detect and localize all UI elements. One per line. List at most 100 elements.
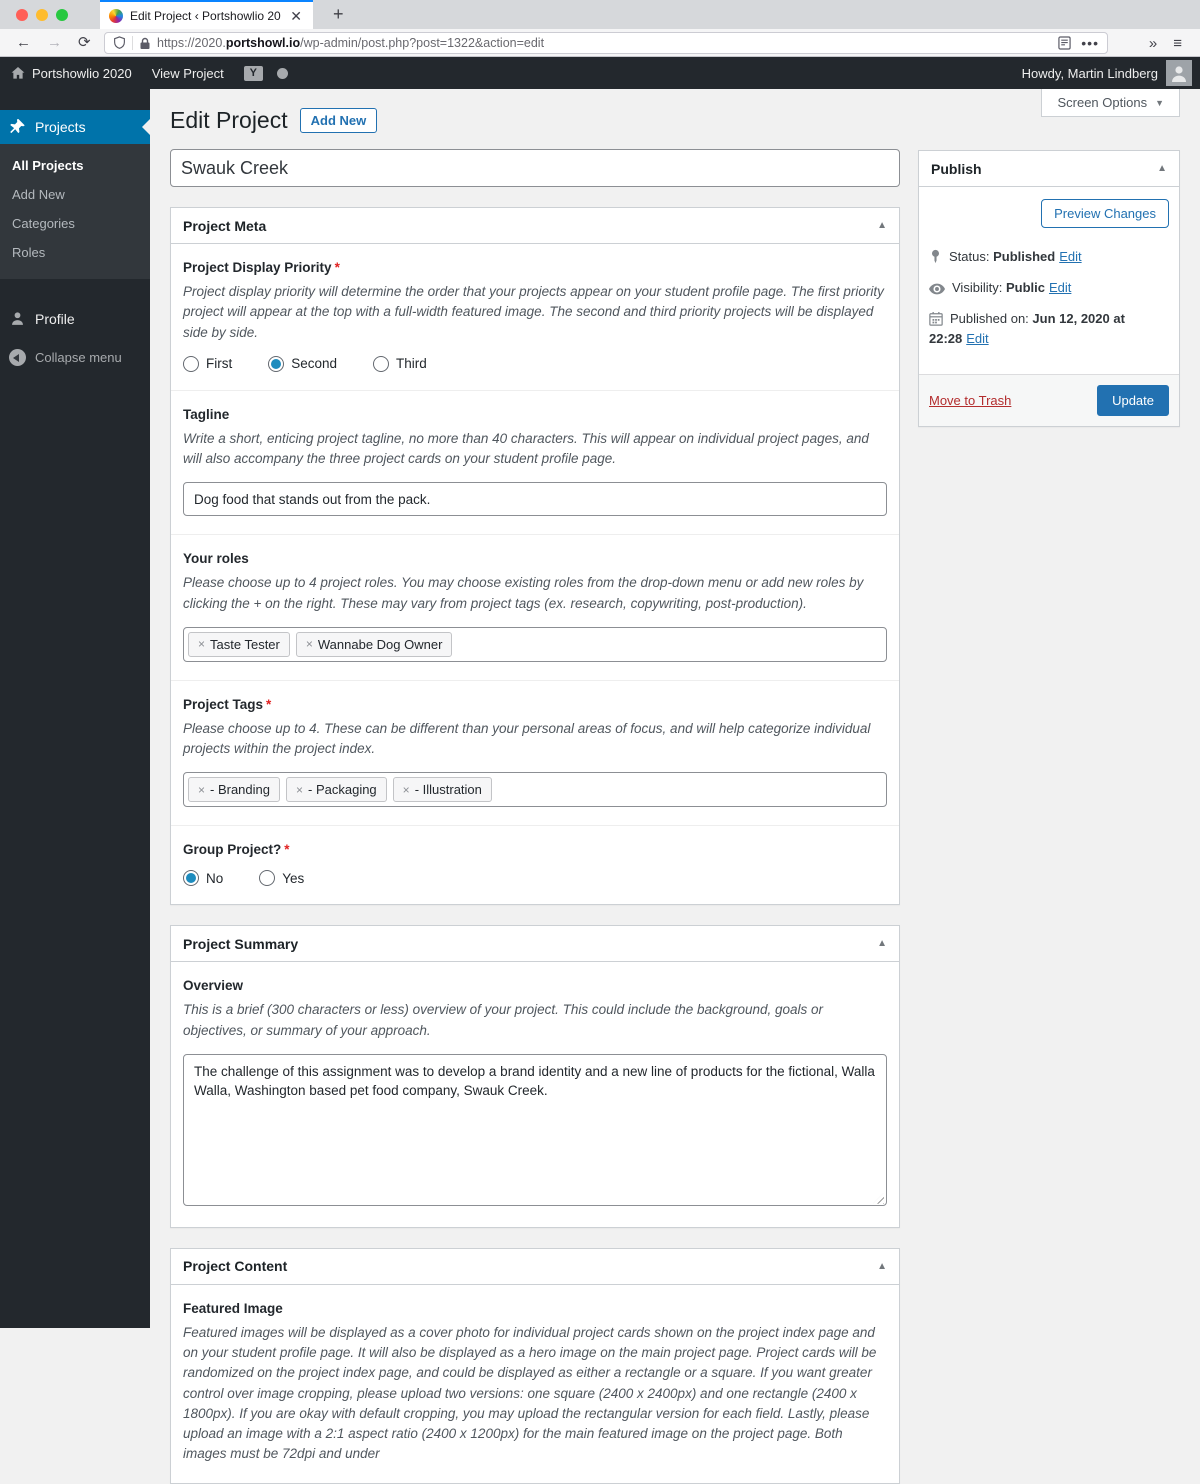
url-prefix: https://2020. [157, 36, 226, 50]
visibility-label: Visibility: [952, 280, 1003, 296]
url-bar[interactable]: https://2020.portshowl.io/wp-admin/post.… [104, 32, 1108, 54]
tagline-input[interactable] [183, 482, 887, 517]
remove-tag-icon[interactable]: × [296, 783, 303, 797]
yoast-seo-icon: Y [243, 65, 263, 81]
sidebar-item-add-new[interactable]: Add New [0, 180, 150, 209]
project-tag: × - Illustration [392, 777, 492, 803]
move-to-trash-link[interactable]: Move to Trash [929, 393, 1011, 408]
field-label: Group Project? * [183, 842, 290, 858]
field-tagline: Tagline Write a short, enticing project … [171, 389, 899, 535]
radio-circle[interactable] [259, 870, 276, 887]
tags-select-input[interactable]: × - Branding × - Packaging × - Illustrat… [183, 772, 887, 808]
reload-icon[interactable]: ⟳ [78, 35, 91, 50]
forward-icon[interactable]: → [47, 35, 62, 50]
project-title-input[interactable] [170, 149, 900, 187]
radio-no[interactable]: No [183, 870, 224, 887]
visibility-value: Public [1005, 280, 1045, 296]
adminbar-site-menu[interactable]: Portshowlio 2020 [0, 57, 142, 89]
tab-title: Edit Project ‹ Portshowlio 2020 [130, 8, 282, 23]
required-asterisk: * [266, 696, 272, 712]
remove-tag-icon[interactable]: × [403, 783, 410, 797]
window-close-button[interactable] [16, 9, 28, 21]
sidebar-item-categories[interactable]: Categories [0, 209, 150, 238]
required-asterisk: * [334, 260, 340, 275]
browser-tab[interactable]: Edit Project ‹ Portshowlio 2020 ✕ [100, 0, 313, 29]
sidebar-item-roles[interactable]: Roles [0, 238, 150, 267]
browser-menu-icon[interactable]: ≡ [1173, 35, 1182, 52]
project-tag-label: - Branding [210, 782, 270, 798]
lock-icon[interactable] [139, 37, 151, 50]
url-path: /wp-admin/post.php?post=1322&action=edit [300, 36, 545, 50]
admin-sidebar: Projects All Projects Add New Categories… [0, 89, 150, 1328]
window-minimize-button[interactable] [36, 9, 48, 21]
edit-visibility-link[interactable]: Edit [1049, 280, 1071, 295]
sidebar-profile-label: Profile [35, 310, 75, 327]
sidebar-item-profile[interactable]: Profile [0, 301, 150, 336]
sidebar-projects-label: Projects [35, 119, 86, 135]
collapse-toggle-icon[interactable]: ▲ [877, 938, 887, 949]
field-description: Please choose up to 4. These can be diff… [183, 720, 871, 756]
preview-changes-button[interactable]: Preview Changes [1041, 199, 1169, 228]
collapse-toggle-icon[interactable]: ▲ [877, 220, 887, 231]
field-label: Featured Image [183, 1300, 283, 1316]
radio-first[interactable]: First [183, 355, 232, 372]
field-label: Project Display Priority * [183, 260, 340, 275]
browser-toolbar: ← → ⟳ https://2020.portshowl.io/wp-admin… [0, 29, 1200, 57]
reader-view-icon[interactable] [1058, 36, 1071, 50]
field-overview: Overview This is a brief (300 characters… [171, 962, 899, 1227]
adminbar-howdy[interactable]: Howdy, Martin Lindberg [1022, 66, 1158, 81]
radio-yes[interactable]: Yes [259, 870, 304, 887]
visibility-row: Visibility: Public Edit [929, 278, 1169, 298]
overview-textarea[interactable]: The challenge of this assignment was to … [183, 1053, 887, 1206]
sidebar-item-projects[interactable]: Projects [0, 110, 150, 144]
project-content-box: Project Content ▲ Featured Image Feature… [170, 1247, 900, 1484]
page-actions-icon[interactable]: ••• [1081, 35, 1099, 51]
radio-circle-checked[interactable] [183, 870, 199, 887]
field-description: This is a brief (300 characters or less)… [183, 1002, 824, 1038]
radio-circle-checked[interactable] [268, 355, 285, 372]
project-tag: × - Branding [188, 777, 280, 803]
project-summary-box: Project Summary ▲ Overview This is a bri… [170, 925, 900, 1228]
project-summary-title: Project Summary [183, 935, 299, 952]
remove-tag-icon[interactable]: × [198, 783, 205, 797]
new-tab-button[interactable]: + [327, 3, 350, 25]
browser-tab-bar: Edit Project ‹ Portshowlio 2020 ✕ + [0, 0, 1200, 29]
adminbar-view-project[interactable]: View Project [142, 57, 234, 89]
screen-options-tab[interactable]: Screen Options ▼ [1041, 89, 1180, 117]
collapse-toggle-icon[interactable]: ▲ [877, 1261, 887, 1272]
radio-label: No [206, 870, 224, 886]
publish-title: Publish [931, 160, 982, 177]
adminbar-yoast-menu[interactable]: Y [234, 57, 298, 89]
adminbar-site-name: Portshowlio 2020 [32, 65, 132, 81]
remove-tag-icon[interactable]: × [198, 637, 205, 651]
projects-submenu: All Projects Add New Categories Roles [0, 144, 150, 279]
toolbar-overflow-icon[interactable]: » [1149, 35, 1157, 52]
published-on-row: Published on: Jun 12, 2020 at 22:28 Edit [929, 309, 1169, 349]
field-description: Please choose up to 4 project roles. You… [183, 575, 864, 611]
sidebar-item-all-projects[interactable]: All Projects [0, 151, 150, 180]
remove-tag-icon[interactable]: × [306, 637, 313, 651]
field-your-roles: Your roles Please choose up to 4 project… [171, 534, 899, 680]
roles-select-input[interactable]: × Taste Tester × Wannabe Dog Owner [183, 626, 887, 662]
sidebar-item-collapse-menu[interactable]: Collapse menu [0, 340, 150, 375]
back-icon[interactable]: ← [16, 35, 31, 50]
admin-content-area: Screen Options ▼ Edit Project Add New Pr… [150, 89, 1200, 1484]
radio-circle[interactable] [373, 355, 390, 372]
edit-published-link[interactable]: Edit [966, 331, 988, 346]
shield-icon[interactable] [113, 36, 126, 50]
update-button[interactable]: Update [1097, 384, 1169, 416]
project-tag: × - Packaging [286, 777, 387, 803]
window-zoom-button[interactable] [56, 9, 68, 21]
radio-second[interactable]: Second [268, 355, 337, 372]
radio-third[interactable]: Third [373, 355, 427, 372]
role-tag-label: Taste Tester [210, 636, 280, 652]
field-description: Project display priority will determine … [183, 284, 884, 340]
avatar[interactable] [1166, 60, 1192, 86]
radio-circle[interactable] [183, 355, 199, 372]
tab-close-icon[interactable]: ✕ [288, 9, 304, 23]
collapse-toggle-icon[interactable]: ▲ [1157, 163, 1167, 174]
add-new-button[interactable]: Add New [299, 107, 378, 133]
edit-status-link[interactable]: Edit [1059, 249, 1081, 264]
field-label: Tagline [183, 406, 230, 422]
field-project-tags: Project Tags * Please choose up to 4. The… [171, 679, 899, 826]
